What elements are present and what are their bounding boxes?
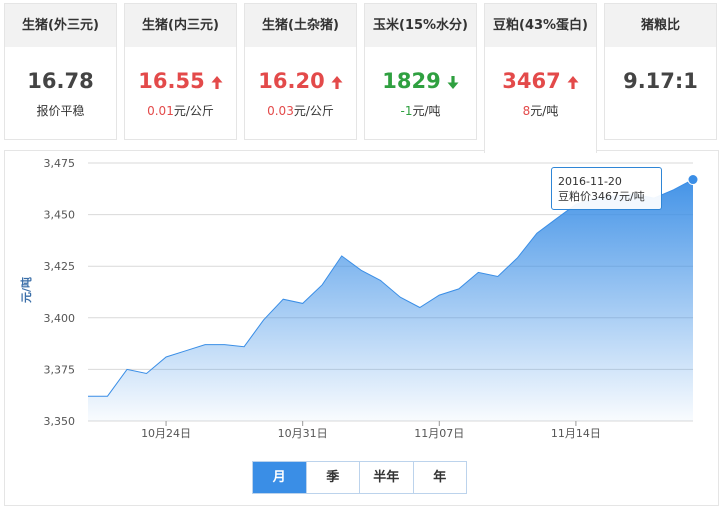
- range-tabs: 月 季 半年 年: [252, 461, 467, 494]
- price-chart: 3,350 3,375 3,400 3,425 3,450 3,475 10月24日 10月3…: [19, 157, 699, 440]
- highlight-point[interactable]: [687, 174, 699, 186]
- tab-year[interactable]: 年: [414, 462, 467, 493]
- tab-quarter[interactable]: 季: [307, 462, 360, 493]
- y-tick-label: 3,425: [44, 260, 76, 273]
- y-tick-label: 3,450: [44, 209, 76, 222]
- y-tick-label: 3,475: [44, 157, 76, 170]
- tooltip-value: 豆粕价3467元/吨: [558, 190, 645, 203]
- x-tick-label: 10月24日: [141, 427, 191, 440]
- tab-half-year[interactable]: 半年: [360, 462, 414, 493]
- y-tick-label: 3,400: [44, 312, 76, 325]
- y-axis-title: 元/吨: [19, 277, 33, 303]
- x-tick-label: 11月14日: [551, 427, 601, 440]
- x-tick-label: 11月07日: [414, 427, 464, 440]
- x-tick-label: 10月31日: [278, 427, 328, 440]
- chart-tooltip: 2016-11-20 豆粕价3467元/吨: [551, 167, 662, 210]
- y-tick-label: 3,350: [44, 415, 76, 428]
- tab-month[interactable]: 月: [253, 462, 307, 493]
- y-tick-label: 3,375: [44, 363, 76, 376]
- series-area: [88, 179, 693, 421]
- tooltip-date: 2016-11-20: [558, 175, 622, 188]
